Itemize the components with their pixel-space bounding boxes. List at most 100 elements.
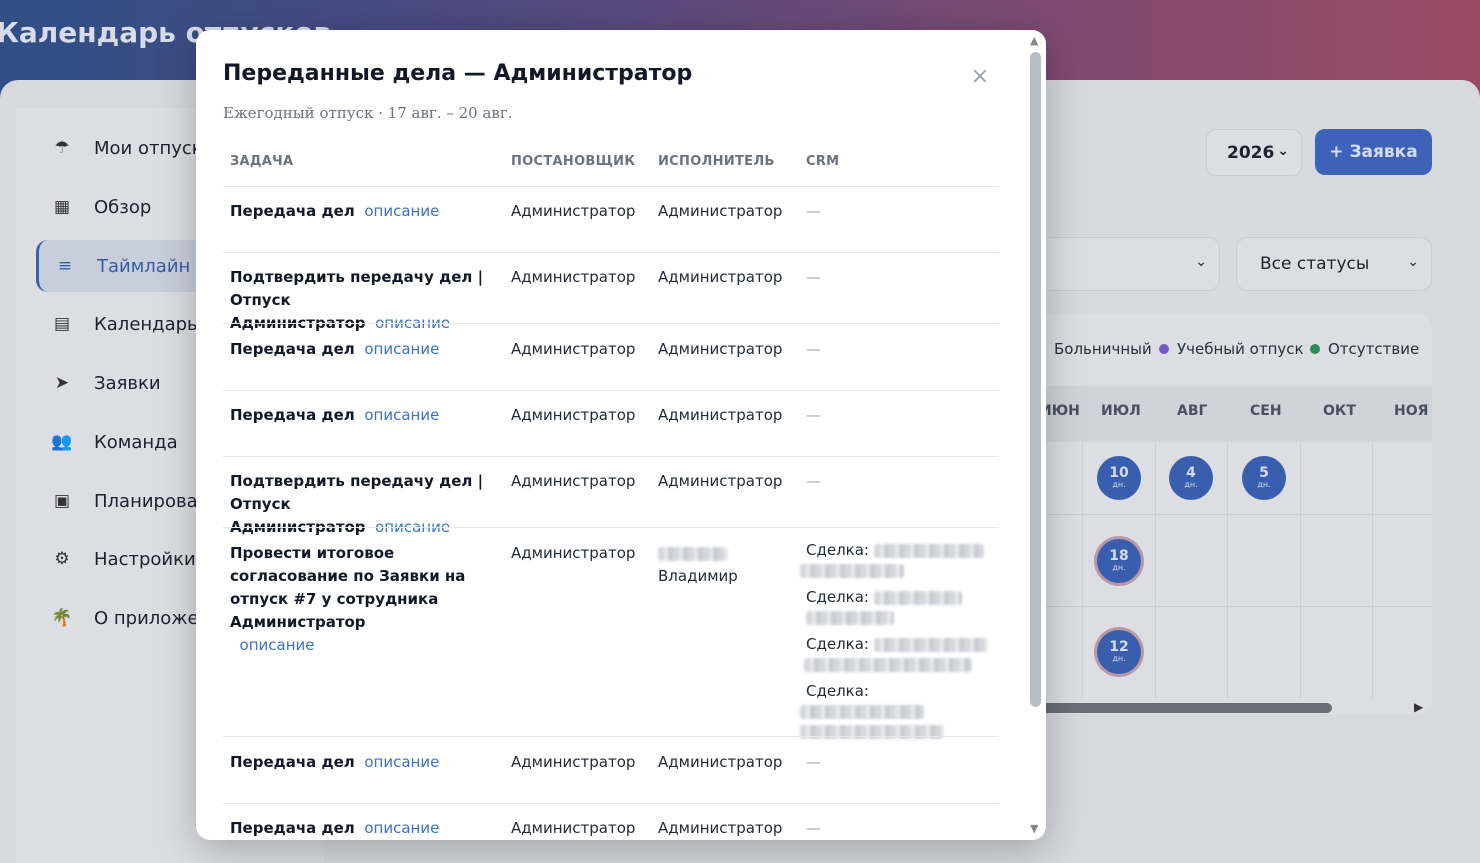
description-link[interactable]: описание xyxy=(364,340,439,358)
chevron-down-icon: ⌄ xyxy=(1195,254,1207,270)
gear-icon: ⚙ xyxy=(54,549,70,569)
description-link[interactable]: описание xyxy=(364,202,439,220)
description-link[interactable]: описание xyxy=(240,636,315,654)
legend-label: Больничный xyxy=(1054,340,1152,358)
vacation-bubble[interactable]: 4 дн. xyxy=(1169,456,1213,500)
sidebar-item-label: Обзор xyxy=(94,196,152,218)
legend-label: Отсутствие xyxy=(1328,340,1420,358)
row-divider xyxy=(223,186,999,187)
crm-deal-label: Сделка: xyxy=(806,588,869,606)
task-crm-deals: Сделка: Сделка: Сделка: Сделка: xyxy=(800,540,996,741)
row-divider xyxy=(223,323,999,324)
vacation-bubble[interactable]: 18 дн. xyxy=(1097,539,1141,583)
palm-icon: 🌴 xyxy=(51,608,73,628)
task-title: Провести итоговое согласование по Заявки… xyxy=(230,544,466,631)
grid-line xyxy=(1300,442,1301,698)
sidebar-item-label: Команда xyxy=(94,431,178,453)
redacted-text xyxy=(873,543,984,558)
task-executor: Администратор xyxy=(658,753,783,771)
task-author: Администратор xyxy=(511,544,636,562)
legend-item-absence: Отсутствие xyxy=(1310,340,1419,358)
task-title: Передача дел xyxy=(230,202,355,220)
table-row-task: Провести итоговое согласование по Заявки… xyxy=(230,542,500,657)
type-filter-select[interactable]: ⌄ xyxy=(1040,237,1220,291)
task-executor: Администратор xyxy=(658,268,783,286)
team-icon: 👥 xyxy=(51,432,73,452)
task-executor-cell: Владимир xyxy=(658,542,798,588)
modal-scrollbar-thumb[interactable] xyxy=(1030,52,1041,707)
row-line xyxy=(1040,606,1432,607)
close-icon[interactable]: × xyxy=(968,64,992,90)
modal-title: Переданные дела — Администратор xyxy=(223,61,693,86)
sidebar-item-label: Таймлайн xyxy=(97,255,191,277)
scroll-down-icon[interactable]: ▼ xyxy=(1030,822,1038,835)
legend-label: Учебный отпуск xyxy=(1177,340,1304,358)
umbrella-icon: ☂ xyxy=(54,138,70,158)
legend-dot xyxy=(1159,344,1169,354)
description-link[interactable]: описание xyxy=(364,406,439,424)
redacted-text xyxy=(800,563,904,578)
month-label: АВГ xyxy=(1177,403,1208,419)
description-link[interactable]: описание xyxy=(364,819,439,837)
status-filter-value: Все статусы xyxy=(1260,254,1370,274)
row-divider xyxy=(223,736,999,737)
redacted-text xyxy=(873,590,962,605)
status-filter-select[interactable]: Все статусы ⌄ xyxy=(1236,237,1432,291)
task-crm: — xyxy=(806,406,821,424)
task-author: Администратор xyxy=(511,202,636,220)
new-request-button[interactable]: + Заявка xyxy=(1315,129,1432,175)
scroll-up-icon[interactable]: ▲ xyxy=(1030,34,1038,47)
grid-line xyxy=(1227,442,1228,698)
task-author: Администратор xyxy=(511,406,636,424)
sidebar-item-label: Заявки xyxy=(94,372,161,394)
redacted-text xyxy=(804,657,972,672)
task-author: Администратор xyxy=(511,340,636,358)
vacation-bubble[interactable]: 10 дн. xyxy=(1097,456,1141,500)
table-row-task: Передача дел описание xyxy=(230,751,500,774)
task-title: Передача дел xyxy=(230,406,355,424)
month-label: НОЯ xyxy=(1394,403,1429,419)
bubble-days: 18 xyxy=(1109,548,1129,564)
chevron-down-icon: ⌄ xyxy=(1407,254,1419,270)
modal-subtitle: Ежегодный отпуск · 17 авг. – 20 авг. xyxy=(223,104,513,122)
task-executor: Владимир xyxy=(658,567,738,585)
grid-line xyxy=(1082,442,1083,698)
task-author: Администратор xyxy=(511,472,636,490)
legend-item-study: Учебный отпуск xyxy=(1159,340,1304,358)
description-link[interactable]: описание xyxy=(364,753,439,771)
modal-content: Переданные дела — Администратор × Ежегод… xyxy=(196,30,1026,840)
year-select[interactable]: 2026 ⌄ xyxy=(1206,129,1302,176)
column-header-executor: ИСПОЛНИТЕЛЬ xyxy=(658,154,775,169)
bubble-days: 4 xyxy=(1186,465,1196,481)
task-crm: — xyxy=(806,268,821,286)
task-crm: — xyxy=(806,202,821,220)
bubble-days: 10 xyxy=(1109,465,1129,481)
bubble-unit: дн. xyxy=(1184,480,1198,489)
row-divider xyxy=(223,527,999,528)
task-executor: Администратор xyxy=(658,202,783,220)
row-divider xyxy=(223,456,999,457)
calendar-icon: ▤ xyxy=(53,314,71,334)
redacted-text xyxy=(873,637,988,652)
task-title: Передача дел xyxy=(230,753,355,771)
sidebar-item-label: Календарь xyxy=(94,313,198,335)
timeline-scrollbar[interactable] xyxy=(1040,703,1332,713)
task-author: Администратор xyxy=(511,268,636,286)
chevron-right-icon[interactable]: ▶ xyxy=(1414,700,1423,714)
task-author: Администратор xyxy=(511,753,636,771)
column-header-task: ЗАДАЧА xyxy=(230,154,294,169)
bubble-unit: дн. xyxy=(1112,480,1126,489)
column-header-crm: CRM xyxy=(806,154,840,169)
chevron-down-icon: ⌄ xyxy=(1277,143,1289,159)
table-row-task: Подтвердить передачу дел | Отпуск Админи… xyxy=(230,470,500,539)
grid-icon: ▦ xyxy=(53,197,71,217)
year-value: 2026 xyxy=(1227,142,1275,163)
vacation-bubble[interactable]: 5 дн. xyxy=(1242,456,1286,500)
table-row-task: Передача дел описание xyxy=(230,200,500,223)
handover-modal: Переданные дела — Администратор × Ежегод… xyxy=(196,30,1046,840)
vacation-bubble[interactable]: 12 дн. xyxy=(1097,630,1141,674)
row-line xyxy=(1040,514,1432,515)
column-header-author: ПОСТАНОВЩИК xyxy=(511,154,636,169)
task-crm: — xyxy=(806,753,821,771)
redacted-text xyxy=(800,704,924,719)
